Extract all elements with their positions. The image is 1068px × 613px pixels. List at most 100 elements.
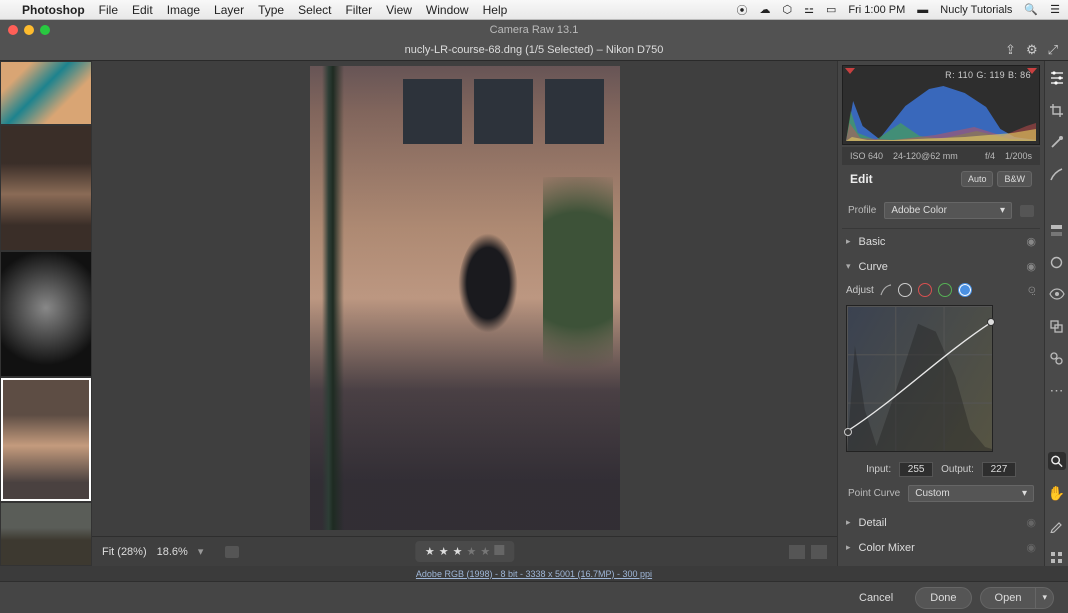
menu-type[interactable]: Type [258, 3, 284, 17]
menu-help[interactable]: Help [483, 3, 508, 17]
menu-filter[interactable]: Filter [345, 3, 372, 17]
screen-record-icon[interactable]: ⦿ [737, 2, 748, 18]
curve-output-value[interactable]: 227 [982, 462, 1016, 477]
targeted-adjust-icon[interactable]: ⊙̤ [1028, 285, 1036, 296]
canvas-footer: Fit (28%) 18.6% ▾ ★ ★ ★ ★ ★ [92, 536, 837, 566]
zoom-tool-icon[interactable] [1048, 452, 1066, 470]
panel-color-mixer-header[interactable]: ▸ Color Mixer ◉ [842, 535, 1040, 560]
filmstrip [0, 61, 92, 566]
panel-color-grading-header[interactable]: ▸ Color Grading ◉ [842, 560, 1040, 566]
battery-icon[interactable]: ▭ [826, 3, 836, 16]
chevron-down-icon: ▾ [1022, 488, 1027, 499]
workflow-options-link[interactable]: Adobe RGB (1998) - 8 bit - 3338 x 5001 (… [0, 566, 1068, 581]
shadow-clipping-icon[interactable] [845, 68, 855, 74]
zoom-percent[interactable]: 18.6% [157, 546, 188, 558]
flag-icon[interactable]: ▬ [917, 4, 928, 16]
image-canvas[interactable] [92, 61, 837, 536]
menu-edit[interactable]: Edit [132, 3, 153, 17]
more-options-icon[interactable]: ⋯ [1048, 381, 1066, 399]
user-name[interactable]: Nucly Tutorials [940, 4, 1012, 16]
graduated-filter-icon[interactable] [1048, 221, 1066, 239]
curve-channel-red[interactable] [918, 283, 932, 297]
menu-file[interactable]: File [99, 3, 118, 17]
menu-image[interactable]: Image [167, 3, 200, 17]
right-tool-strip: ⋯ ✋ [1044, 61, 1068, 566]
menu-select[interactable]: Select [298, 3, 331, 17]
radial-filter-icon[interactable] [1048, 253, 1066, 271]
profile-browser-icon[interactable] [1020, 205, 1034, 217]
menu-view[interactable]: View [386, 3, 412, 17]
visibility-eye-icon[interactable]: ◉ [1026, 260, 1036, 273]
dropbox-icon[interactable]: ⬡ [783, 3, 793, 16]
view-single-icon[interactable] [789, 545, 805, 559]
zoom-fit-label[interactable]: Fit (28%) [102, 546, 147, 558]
edit-panel-title: Edit [850, 172, 873, 186]
menu-layer[interactable]: Layer [214, 3, 244, 17]
spotlight-icon[interactable]: 🔍 [1024, 3, 1038, 16]
chevron-right-icon: ▸ [846, 236, 851, 247]
open-button-chevron-icon[interactable]: ▾ [1035, 588, 1053, 608]
menu-window[interactable]: Window [426, 3, 469, 17]
app-name[interactable]: Photoshop [22, 3, 85, 17]
curve-channel-blue[interactable] [958, 283, 972, 297]
view-split-icon[interactable] [811, 545, 827, 559]
curve-channel-green[interactable] [938, 283, 952, 297]
presets-icon[interactable] [1048, 349, 1066, 367]
star-5[interactable]: ★ [480, 545, 490, 558]
exif-iso: ISO 640 [850, 151, 883, 161]
star-1[interactable]: ★ [425, 545, 435, 558]
edit-sliders-icon[interactable] [1048, 69, 1066, 87]
redeye-tool-icon[interactable] [1048, 285, 1066, 303]
panel-basic-label: Basic [859, 236, 886, 248]
tone-curve-editor[interactable] [846, 305, 993, 452]
workflow-options-text: Adobe RGB (1998) - 8 bit - 3338 x 5001 (… [416, 569, 652, 579]
crop-tool-icon[interactable] [1048, 101, 1066, 119]
cancel-button[interactable]: Cancel [845, 588, 907, 608]
grid-view-icon[interactable] [1048, 548, 1066, 566]
filmstrip-thumb-4[interactable] [1, 503, 91, 565]
snapshots-icon[interactable] [1048, 317, 1066, 335]
dialog-button-bar: Cancel Done Open ▾ [0, 581, 1068, 613]
open-button[interactable]: Open ▾ [980, 587, 1054, 609]
star-4[interactable]: ★ [466, 545, 476, 558]
point-curve-select[interactable]: Custom ▾ [908, 485, 1034, 502]
star-3[interactable]: ★ [453, 545, 463, 558]
visibility-eye-icon[interactable]: ◉ [1026, 235, 1036, 248]
histogram[interactable]: R: 110 G: 119 B: 86 [842, 65, 1040, 145]
panel-detail-header[interactable]: ▸ Detail ◉ [842, 510, 1040, 535]
profile-select[interactable]: Adobe Color ▾ [884, 202, 1012, 219]
parametric-curve-icon[interactable] [880, 284, 892, 296]
exif-aperture: f/4 [985, 151, 995, 161]
adjustment-brush-icon[interactable] [1048, 165, 1066, 183]
wifi-icon[interactable]: ⚍ [804, 3, 814, 16]
hand-tool-icon[interactable]: ✋ [1048, 484, 1066, 502]
panel-detail-label: Detail [859, 517, 887, 529]
visibility-eye-icon[interactable]: ◉ [1026, 516, 1036, 529]
bw-button[interactable]: B&W [997, 171, 1032, 187]
star-2[interactable]: ★ [439, 545, 449, 558]
rgb-readout: R: 110 G: 119 B: 86 [945, 70, 1031, 80]
curve-channel-rgb[interactable] [898, 283, 912, 297]
panel-basic-header[interactable]: ▸ Basic ◉ [842, 229, 1040, 254]
flag-label-chip[interactable] [494, 545, 504, 555]
filmstrip-thumb-1[interactable] [1, 126, 91, 250]
zoom-dropdown-icon[interactable]: ▾ [198, 545, 204, 558]
curve-input-value[interactable]: 255 [899, 462, 933, 477]
compare-grid-icon[interactable] [225, 546, 239, 558]
filmstrip-thumb-3[interactable] [1, 378, 91, 502]
open-button-label: Open [981, 588, 1036, 608]
color-sampler-icon[interactable] [1048, 516, 1066, 534]
auto-button[interactable]: Auto [961, 171, 994, 187]
filmstrip-thumb-2[interactable] [1, 252, 91, 376]
done-button[interactable]: Done [915, 587, 971, 609]
control-center-icon[interactable]: ☰ [1050, 3, 1060, 16]
curve-point-white[interactable] [987, 318, 995, 326]
star-rating[interactable]: ★ ★ ★ ★ ★ [415, 541, 514, 562]
healing-brush-icon[interactable] [1048, 133, 1066, 151]
clock-text[interactable]: Fri 1:00 PM [848, 4, 905, 16]
filmstrip-thumb-0[interactable] [1, 62, 91, 124]
curve-point-black[interactable] [844, 428, 852, 436]
visibility-eye-icon[interactable]: ◉ [1026, 541, 1036, 554]
panel-curve-header[interactable]: ▾ Curve ◉ [842, 254, 1040, 279]
cloud-sync-icon[interactable]: ☁︎ [760, 3, 771, 16]
